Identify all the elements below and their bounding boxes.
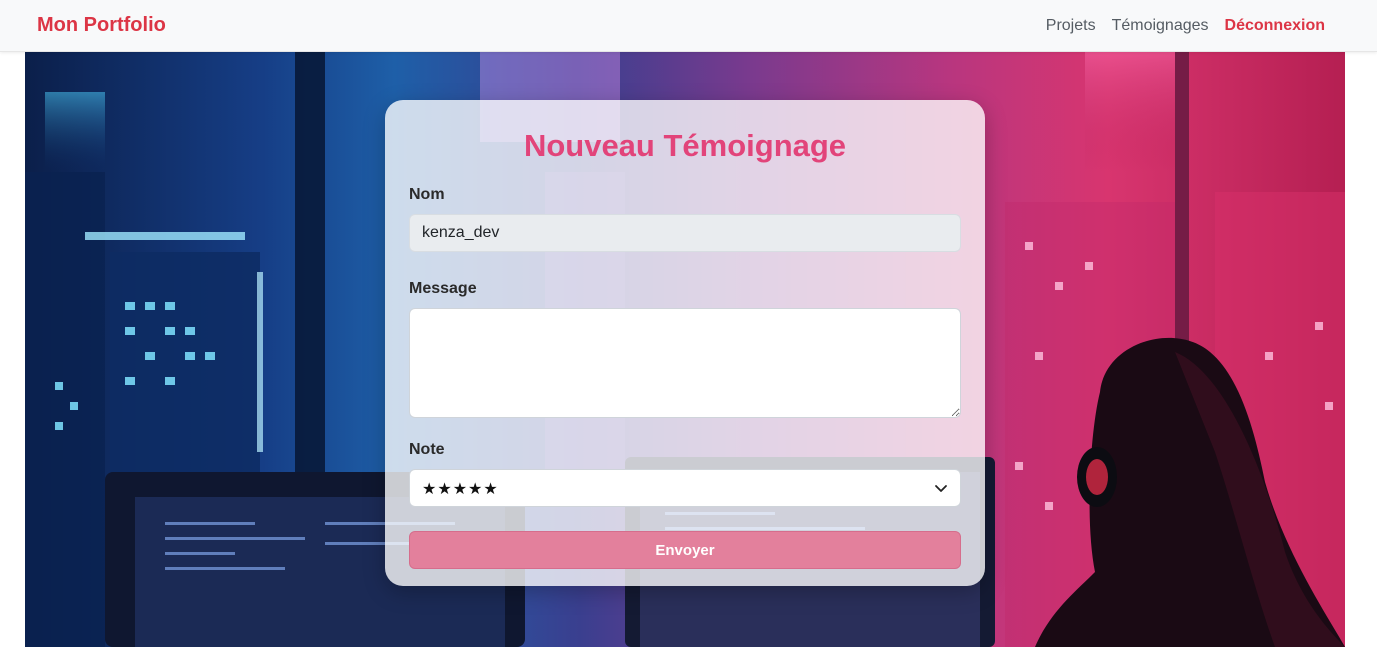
message-label: Message <box>409 280 477 297</box>
brand-link[interactable]: Mon Portfolio <box>37 14 166 37</box>
nav-link-logout[interactable]: Déconnexion <box>1225 17 1325 35</box>
form-title: Nouveau Témoignage <box>523 128 847 163</box>
rating-select[interactable]: ★★★★★ <box>409 469 961 507</box>
nav-link-testimonials[interactable]: Témoignages <box>1112 17 1209 35</box>
chevron-down-icon <box>935 485 947 492</box>
testimonial-form-card: Nouveau Témoignage Nom Message Note ★★★★… <box>385 100 985 586</box>
message-textarea[interactable] <box>409 308 961 418</box>
navbar: Mon Portfolio Projets Témoignages Déconn… <box>0 0 1377 52</box>
rating-label: Note <box>409 441 445 458</box>
nav-link-projects[interactable]: Projets <box>1046 17 1096 35</box>
name-input[interactable] <box>409 214 961 252</box>
submit-button[interactable]: Envoyer <box>409 531 961 569</box>
nav-links: Projets Témoignages Déconnexion <box>1046 17 1325 35</box>
rating-selected-value: ★★★★★ <box>422 478 499 498</box>
name-label: Nom <box>409 186 445 203</box>
